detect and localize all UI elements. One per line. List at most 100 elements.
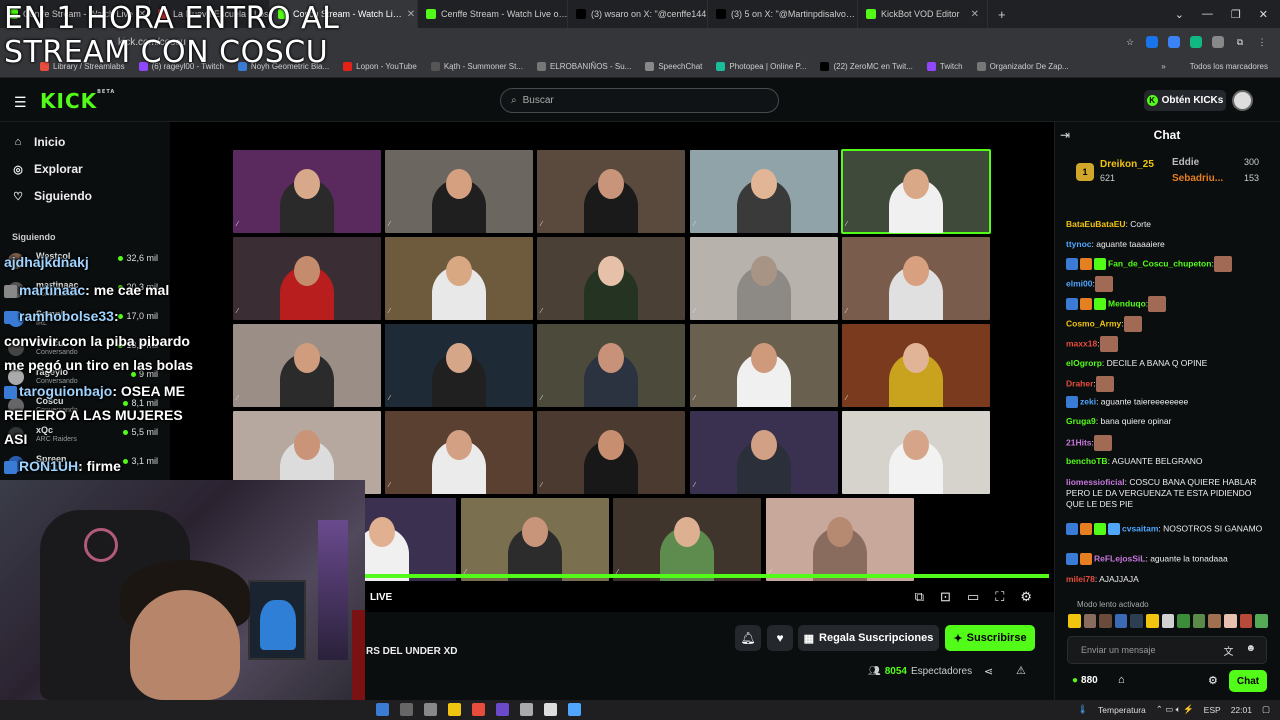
- emote-icon[interactable]: [1099, 614, 1112, 628]
- participant-video-tile[interactable]: ⁄: [842, 411, 990, 494]
- window-control-button[interactable]: ✕: [1259, 8, 1268, 21]
- search-input[interactable]: ⌕ Buscar: [500, 88, 779, 113]
- bookmark-item[interactable]: Photopea | Online P...: [716, 62, 806, 71]
- emote-icon[interactable]: [1083, 614, 1097, 628]
- participant-video-tile[interactable]: ⁄: [690, 324, 838, 407]
- emote-icon[interactable]: [1161, 614, 1175, 628]
- extension-icon[interactable]: [1168, 36, 1180, 48]
- chat-username[interactable]: maxx18: [1066, 338, 1097, 348]
- clock[interactable]: 22:01: [1231, 705, 1252, 715]
- chat-username[interactable]: ttynoc: [1066, 239, 1092, 249]
- settings-gear-icon[interactable]: ⚙: [1020, 589, 1032, 605]
- participant-video-tile[interactable]: ⁄: [690, 411, 838, 494]
- fullscreen-icon[interactable]: ⛶: [995, 589, 1004, 605]
- participant-video-tile[interactable]: ⁄: [842, 324, 990, 407]
- participant-video-tile[interactable]: ⁄: [233, 150, 381, 233]
- bookmark-item[interactable]: ELROBANIÑOS - Su...: [536, 62, 631, 71]
- participant-video-tile[interactable]: ⁄: [766, 498, 914, 581]
- menu-dots-icon[interactable]: ⋮: [1256, 36, 1268, 48]
- window-control-button[interactable]: ⌄: [1175, 8, 1184, 21]
- bookmark-item[interactable]: (22) ZeroMC en Twit...: [820, 62, 913, 71]
- bookmark-item[interactable]: Twitch: [926, 62, 963, 71]
- theater-mode-icon[interactable]: ▭: [967, 589, 979, 605]
- report-icon[interactable]: ⚠: [1016, 664, 1026, 677]
- weather-icon[interactable]: 🌡︎: [1077, 704, 1088, 715]
- browser-tab[interactable]: (3) wsaro on X: "@cenffe144…✕: [568, 0, 708, 28]
- tray-icons[interactable]: ⌃ ▭ 🔈︎ ⚡: [1156, 704, 1194, 715]
- browser-tab[interactable]: KickBot VOD Editor ✕: [858, 0, 988, 28]
- all-bookmarks-button[interactable]: Todos los marcadores: [1190, 62, 1280, 71]
- taskbar-app-icon[interactable]: [544, 703, 557, 716]
- puzzle-icon[interactable]: ⧉: [1234, 36, 1246, 48]
- new-tab-button[interactable]: +: [988, 7, 1016, 22]
- chat-username[interactable]: zeki: [1080, 396, 1096, 406]
- chat-username[interactable]: Menduqo: [1108, 298, 1146, 308]
- emote-icon[interactable]: [1224, 614, 1237, 628]
- user-avatar[interactable]: [1232, 90, 1253, 111]
- participant-video-tile[interactable]: ⁄: [690, 150, 838, 233]
- participant-video-tile[interactable]: ⁄: [385, 237, 533, 320]
- window-control-button[interactable]: —: [1202, 8, 1213, 21]
- taskbar-app-icon[interactable]: [424, 703, 437, 716]
- participant-video-tile[interactable]: ⁄: [385, 150, 533, 233]
- gift-subs-button[interactable]: ▦ Regala Suscripciones: [798, 625, 939, 651]
- participant-video-tile[interactable]: ⁄: [385, 324, 533, 407]
- weather-label[interactable]: Temperatura: [1098, 705, 1146, 715]
- emote-icon[interactable]: [1130, 614, 1144, 628]
- taskbar-app-icon[interactable]: [496, 703, 509, 716]
- chat-username[interactable]: Draher: [1066, 378, 1093, 388]
- emote-icon[interactable]: [1239, 614, 1253, 628]
- star-icon[interactable]: ☆: [1124, 36, 1136, 48]
- kick-logo[interactable]: KICKBETA: [40, 89, 115, 113]
- close-tab-icon[interactable]: ✕: [407, 9, 415, 20]
- language-indicator[interactable]: ESP: [1204, 705, 1221, 715]
- share-icon[interactable]: ⋖: [984, 665, 993, 678]
- chat-username[interactable]: Gruga9: [1066, 416, 1096, 426]
- notification-icon[interactable]: ▢: [1262, 704, 1270, 715]
- chat-username[interactable]: liomessioficial: [1066, 477, 1125, 487]
- emote-icon[interactable]: [1068, 614, 1081, 628]
- participant-video-tile[interactable]: ⁄: [613, 498, 761, 581]
- following-channel[interactable]: xQc ARC Raiders 5,5 mil: [8, 424, 162, 448]
- emoji-icon[interactable]: ☻: [1245, 643, 1256, 658]
- participant-video-tile[interactable]: ⁄: [537, 324, 685, 407]
- close-tab-icon[interactable]: ✕: [971, 9, 979, 20]
- store-icon[interactable]: ⌂: [1118, 674, 1125, 686]
- chat-username[interactable]: BataEuBataEU: [1066, 219, 1126, 229]
- chat-username[interactable]: Cosmo_Army: [1066, 318, 1121, 328]
- sidebar-nav-inicio[interactable]: ⌂ Inicio: [12, 135, 66, 149]
- browser-tab[interactable]: (3) 5 on X: "@Martinpdisalvo…✕: [708, 0, 858, 28]
- chat-username[interactable]: cvsaitam: [1122, 523, 1158, 533]
- top-gifter-name[interactable]: Dreikon_25: [1100, 159, 1154, 170]
- taskbar-app-icon[interactable]: [376, 703, 389, 716]
- participant-video-tile[interactable]: ⁄: [537, 237, 685, 320]
- bookmark-item[interactable]: Kąth - Summoner St...: [430, 62, 523, 71]
- chat-username[interactable]: 21Hits: [1066, 437, 1092, 447]
- hamburger-menu-icon[interactable]: ☰: [14, 94, 27, 111]
- get-kicks-button[interactable]: K Obtén KICKs: [1144, 90, 1226, 111]
- participant-video-tile[interactable]: ⁄: [537, 411, 685, 494]
- emote-icon[interactable]: [1114, 614, 1128, 628]
- translate-icon[interactable]: 文: [1223, 643, 1233, 658]
- taskbar-app-icon[interactable]: [520, 703, 533, 716]
- window-control-button[interactable]: ❐: [1231, 8, 1241, 21]
- chat-username[interactable]: ReFLejosSiL: [1094, 553, 1145, 563]
- participant-video-tile[interactable]: ⁄: [461, 498, 609, 581]
- participant-video-tile[interactable]: ⁄: [233, 324, 381, 407]
- emote-icon[interactable]: [1208, 614, 1222, 628]
- emote-icon[interactable]: [1146, 614, 1159, 628]
- kick-points[interactable]: ● 880: [1072, 675, 1098, 686]
- extension-icon[interactable]: [1212, 36, 1224, 48]
- participant-video-tile[interactable]: ⁄: [537, 150, 685, 233]
- bookmark-item[interactable]: SpeechChat: [645, 62, 702, 71]
- bookmarks-more-button[interactable]: »: [1161, 62, 1175, 71]
- chat-username[interactable]: elmi00: [1066, 278, 1092, 288]
- chat-send-button[interactable]: Chat: [1229, 670, 1267, 692]
- sidebar-nav-explorar[interactable]: ◎ Explorar: [12, 162, 83, 176]
- emote-icon[interactable]: [1192, 614, 1206, 628]
- participant-video-tile[interactable]: ⁄: [385, 411, 533, 494]
- extension-icon[interactable]: [1146, 36, 1158, 48]
- pip-icon[interactable]: ⧉: [915, 589, 924, 605]
- top-gifter-name[interactable]: Eddie: [1172, 157, 1199, 168]
- chat-username[interactable]: milei78: [1066, 574, 1095, 584]
